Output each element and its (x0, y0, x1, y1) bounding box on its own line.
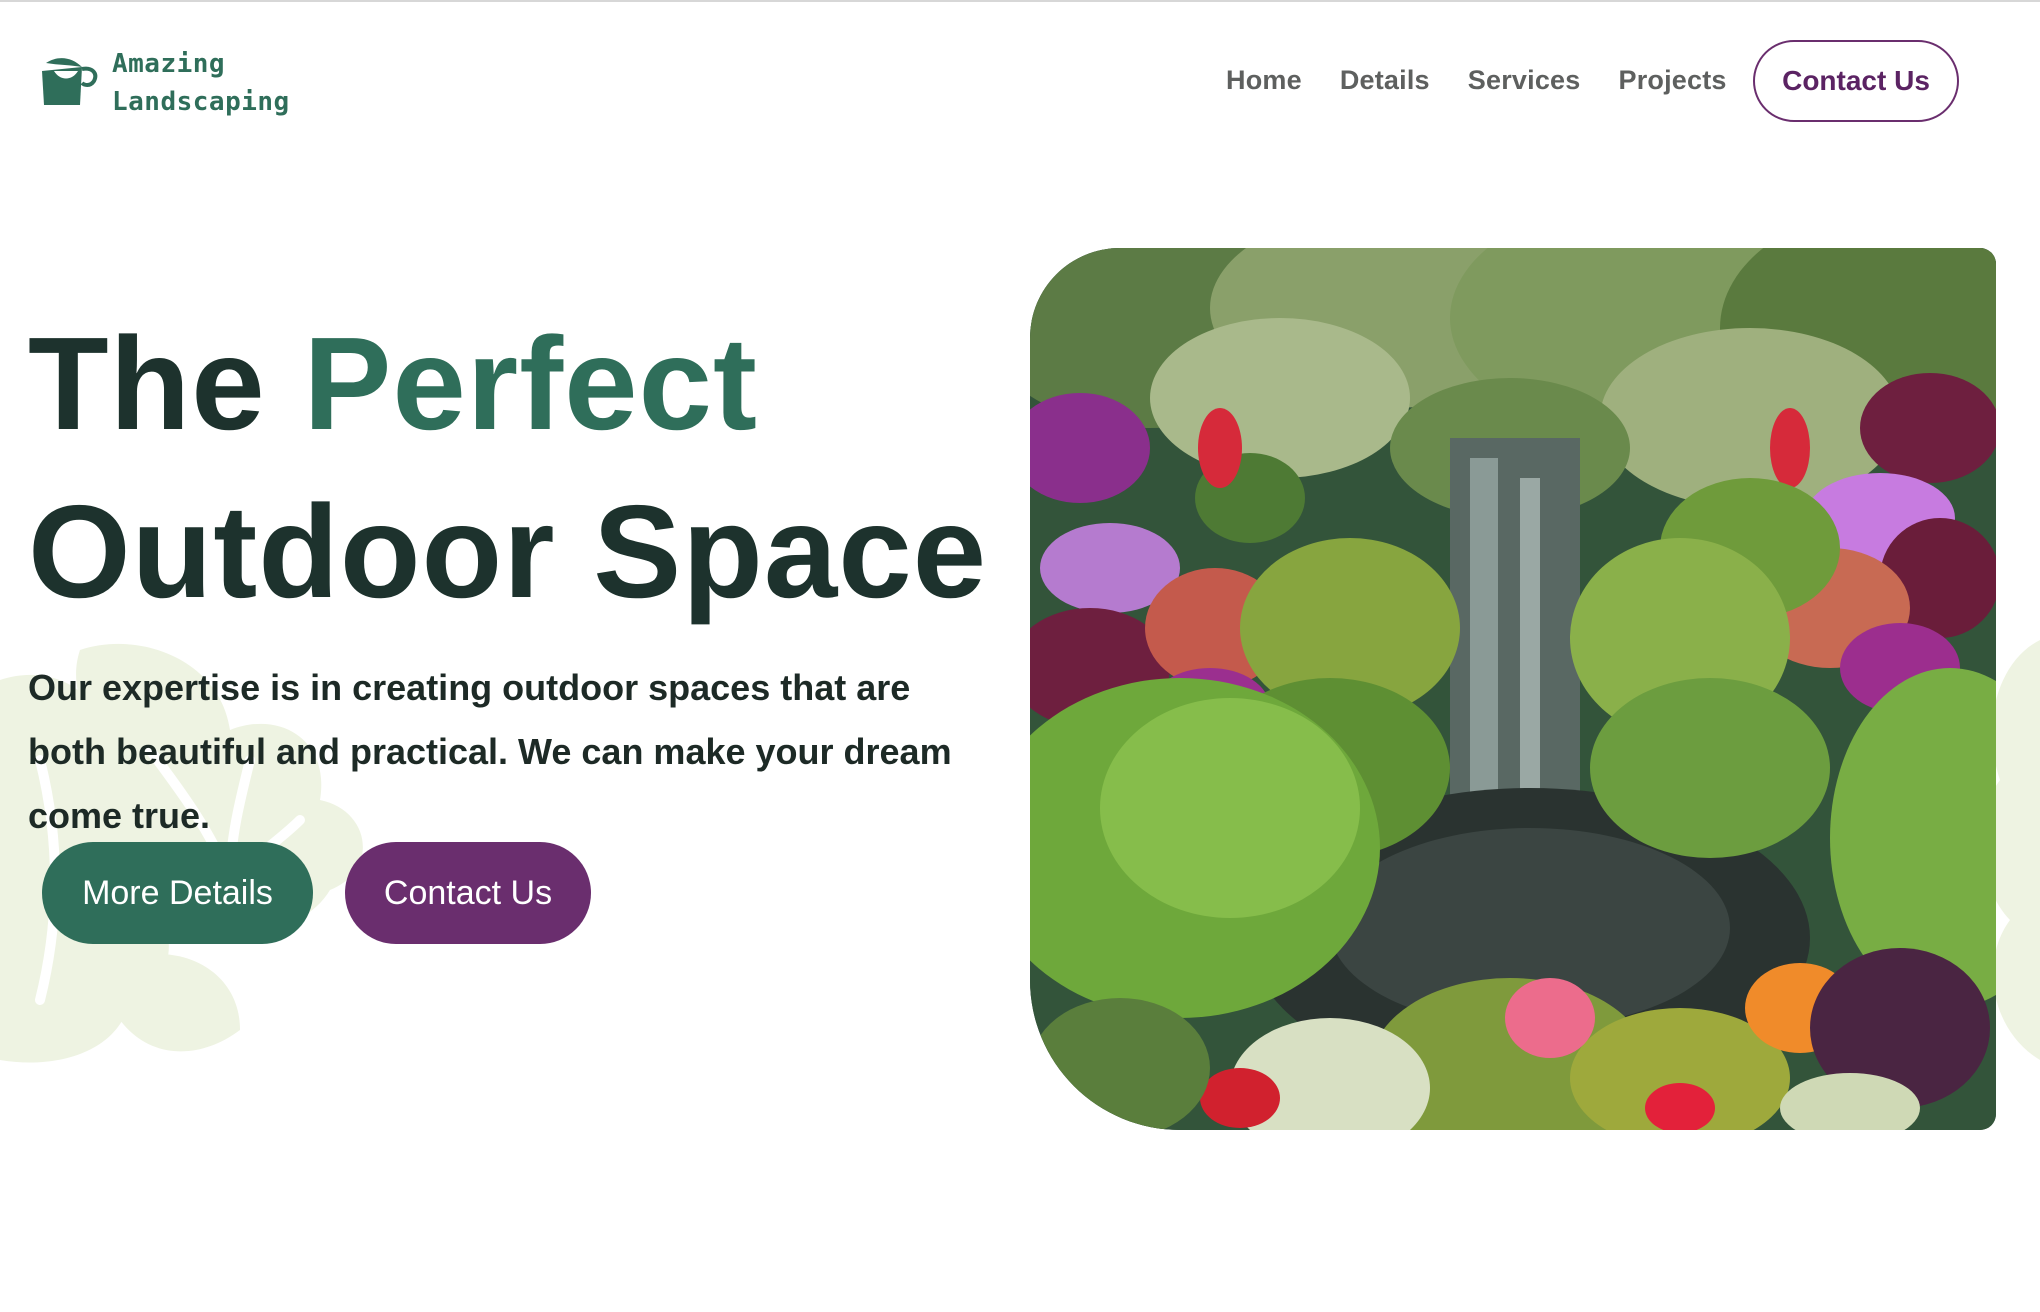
garden-illustration (1030, 248, 1996, 1130)
more-details-button[interactable]: More Details (42, 842, 313, 944)
brand-logo[interactable]: Amazing Landscaping (38, 40, 290, 126)
hero-title-word-1: The (28, 310, 266, 457)
garden-image (1030, 248, 1996, 1130)
hero-contact-button[interactable]: Contact Us (345, 842, 591, 944)
brand-line-2: Landscaping (112, 87, 290, 117)
top-border (0, 0, 2040, 2)
hero-title-line-2: Outdoor Space (28, 478, 988, 625)
nav-item-projects[interactable]: Projects (1618, 58, 1726, 102)
nav-item-details[interactable]: Details (1340, 58, 1430, 102)
brand-name: Amazing Landscaping (112, 45, 290, 121)
nav-contact-button[interactable]: Contact Us (1753, 40, 1959, 122)
hero-description: Our expertise is in creating outdoor spa… (28, 667, 952, 836)
hero-title-accent: Perfect (303, 310, 758, 457)
bucket-leaf-icon (42, 58, 98, 105)
nav-item-services[interactable]: Services (1468, 58, 1581, 102)
hero-title: The Perfect Outdoor Space (28, 300, 987, 636)
brand-line-1: Amazing (112, 49, 226, 79)
nav-item-home[interactable]: Home (1226, 58, 1302, 102)
main-nav: Home Details Services Projects (1226, 58, 1765, 102)
